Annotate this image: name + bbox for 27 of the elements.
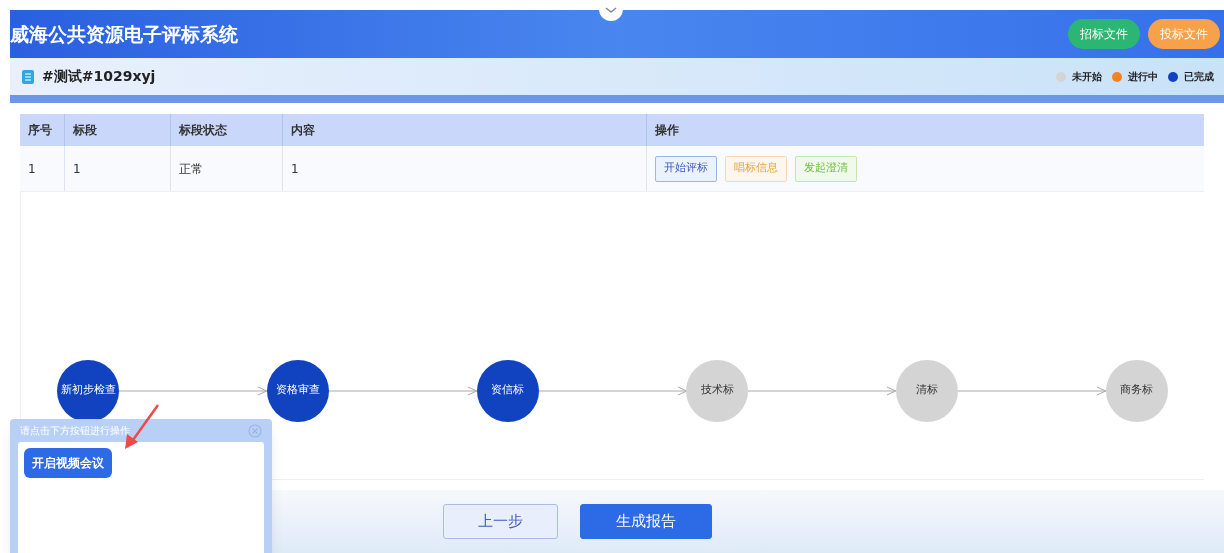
footer-button[interactable]: 生成报告 <box>579 504 712 539</box>
document-button[interactable]: 招标文件 <box>1068 19 1140 49</box>
flow-step: 资信标 <box>476 359 539 422</box>
flow-step: 商务标 <box>1106 359 1168 422</box>
flow-step: 清标 <box>896 359 959 422</box>
action-button[interactable]: 开始评标 <box>655 155 717 182</box>
document-icon <box>22 69 34 84</box>
project-name: #测试#1029xyj <box>42 67 156 86</box>
column-header: 内容 <box>291 122 315 139</box>
table-cell-text: 1 <box>28 160 36 178</box>
legend-label: 已完成 <box>1184 70 1214 84</box>
column-header: 标段 <box>73 122 97 139</box>
legend-label: 进行中 <box>1128 70 1158 84</box>
flow-step: 技术标 <box>686 359 749 422</box>
legend-label: 未开始 <box>1072 70 1102 84</box>
footer-button[interactable]: 上一步 <box>442 504 558 539</box>
table-cell-text: 正常 <box>179 160 203 178</box>
flow-step: 新初步检查 <box>57 359 119 422</box>
popup-title: 请点击下方按钮进行操作 <box>20 424 130 438</box>
table-cell-text: 1 <box>291 160 299 178</box>
table-cell-text: 1 <box>73 160 81 178</box>
app-title: 威海公共资源电子评标系统 <box>10 21 238 47</box>
video-meeting-button[interactable]: 开启视频会议 <box>24 448 112 478</box>
column-header: 序号 <box>28 122 52 139</box>
column-header: 标段状态 <box>179 122 227 139</box>
column-header: 操作 <box>655 122 679 139</box>
flow-step: 资格审查 <box>266 359 329 422</box>
